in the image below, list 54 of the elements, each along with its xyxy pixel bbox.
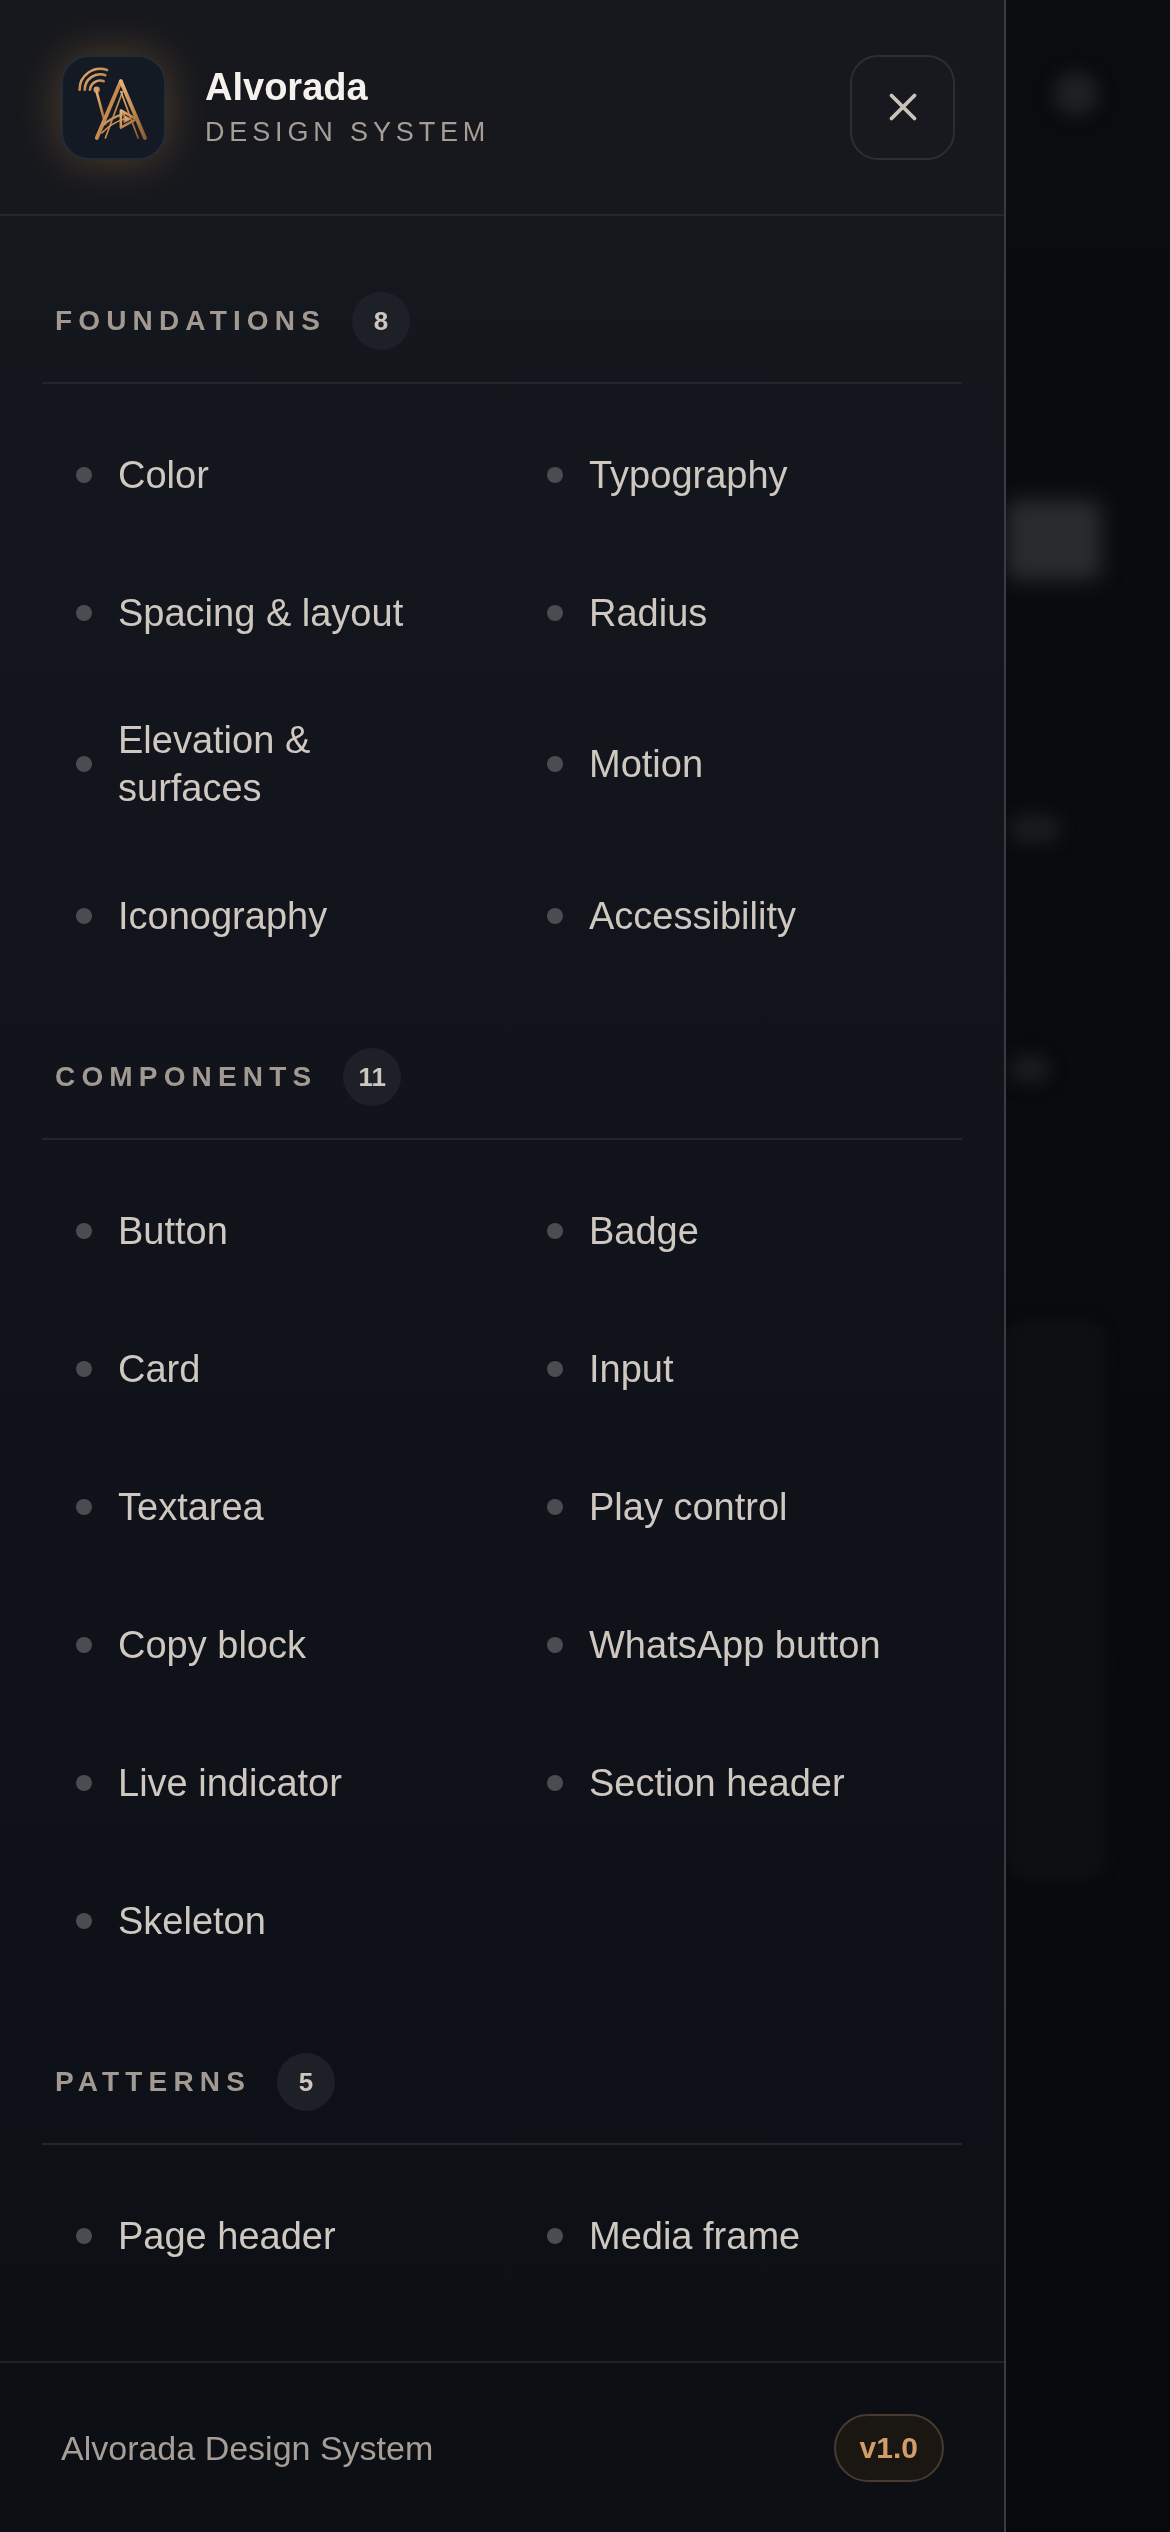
nav-link[interactable]: Section header: [547, 1748, 845, 1817]
section-heading: COMPONENTS: [55, 1060, 318, 1094]
bullet-icon: [76, 2227, 92, 2244]
bullet-icon: [76, 1222, 92, 1239]
nav-link[interactable]: Spacing & layout: [76, 578, 404, 647]
count-badge: 8: [352, 292, 410, 350]
nav-link[interactable]: Iconography: [76, 881, 328, 950]
bullet-icon: [76, 1636, 92, 1653]
brand-title: Alvorada: [205, 65, 369, 110]
bullet-icon: [547, 2227, 563, 2244]
bullet-icon: [547, 466, 563, 483]
nav-link[interactable]: Badge: [547, 1196, 699, 1265]
close-button[interactable]: [850, 54, 955, 160]
nav-link[interactable]: Elevation & surfaces: [76, 716, 456, 812]
bullet-icon: [547, 604, 563, 621]
bullet-icon: [547, 756, 563, 772]
bullet-icon: [547, 907, 563, 924]
nav-link[interactable]: WhatsApp button: [547, 1610, 881, 1679]
nav-link[interactable]: Textarea: [76, 1472, 264, 1541]
nav-link[interactable]: Motion: [547, 716, 704, 812]
section-heading: FOUNDATIONS: [55, 304, 326, 338]
app-logo-icon: [61, 54, 166, 160]
nav-link[interactable]: Play control: [547, 1472, 788, 1541]
nav-link[interactable]: Card: [76, 1334, 201, 1403]
bullet-icon: [547, 1360, 563, 1377]
bullet-icon: [76, 1912, 92, 1929]
nav-link[interactable]: Color: [76, 440, 209, 509]
bullet-icon: [76, 1360, 92, 1377]
version-badge: v1.0: [833, 2413, 944, 2482]
bullet-icon: [76, 1774, 92, 1791]
nav-link[interactable]: Skeleton: [76, 1886, 266, 1955]
nav-link[interactable]: Media frame: [547, 2201, 801, 2270]
nav-link[interactable]: Typography: [547, 440, 788, 509]
bullet-icon: [547, 1222, 563, 1239]
footer-text: Alvorada Design System: [61, 2427, 434, 2469]
bullet-icon: [547, 1636, 563, 1653]
nav-link[interactable]: Input: [547, 1334, 674, 1403]
section-heading: PATTERNS: [55, 2065, 252, 2099]
count-badge: 5: [277, 2053, 336, 2111]
bullet-icon: [76, 1498, 92, 1515]
bullet-icon: [547, 1774, 563, 1791]
count-badge: 11: [343, 1048, 402, 1106]
nav-link[interactable]: Accessibility: [547, 881, 796, 950]
nav-link[interactable]: Page header: [76, 2201, 336, 2270]
brand-subtitle: DESIGN SYSTEM: [205, 116, 491, 149]
bullet-icon: [76, 604, 92, 621]
bullet-icon: [547, 1498, 563, 1515]
bullet-icon: [76, 466, 92, 483]
bullet-icon: [76, 756, 92, 772]
nav-link[interactable]: Button: [76, 1196, 228, 1265]
nav-link[interactable]: Copy block: [76, 1610, 306, 1679]
bullet-icon: [76, 907, 92, 924]
nav-link[interactable]: Live indicator: [76, 1748, 342, 1817]
nav-link[interactable]: Radius: [547, 578, 708, 647]
